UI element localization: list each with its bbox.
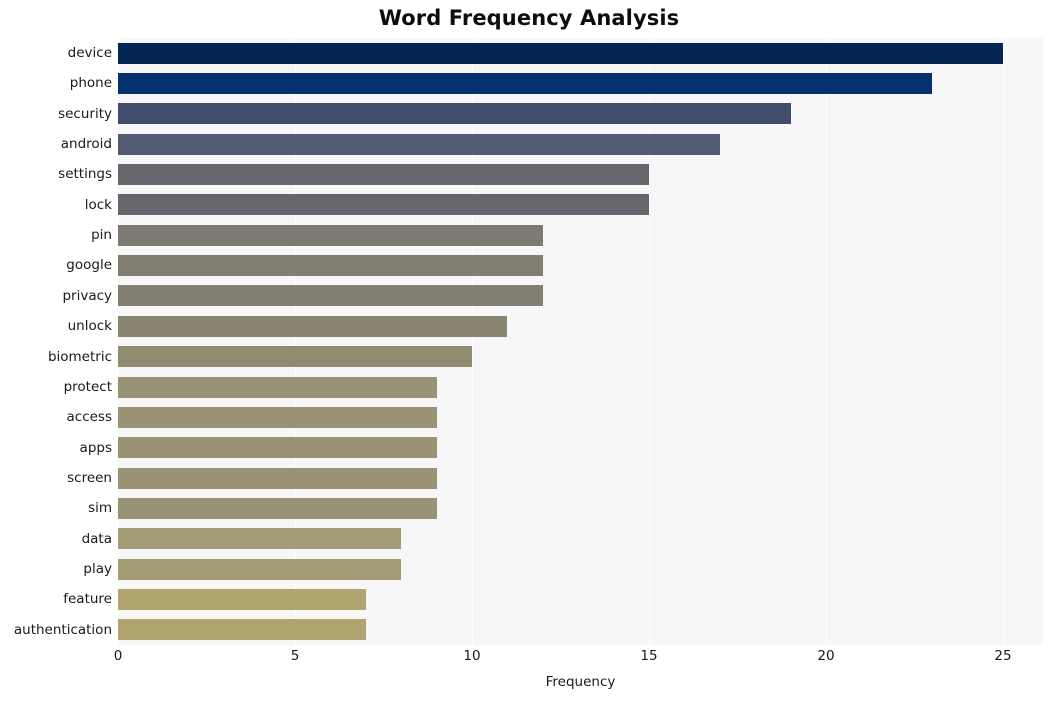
bar-feature[interactable] <box>118 588 366 610</box>
y-tick-label-data: data <box>81 530 112 547</box>
y-tick-label-phone: phone <box>69 75 112 92</box>
bar-protect[interactable] <box>118 376 437 398</box>
bar-biometric[interactable] <box>118 346 472 368</box>
x-axis-title: Frequency <box>545 674 616 690</box>
x-tick-label-25: 25 <box>994 648 1012 664</box>
x-tick-label-10: 10 <box>463 648 481 664</box>
bar-row <box>118 99 1043 129</box>
bar-device[interactable] <box>118 42 1003 64</box>
chart-figure: Word Frequency Analysis device phone secur… <box>0 0 1058 701</box>
bar-privacy[interactable] <box>118 285 543 307</box>
bar-row <box>118 463 1043 493</box>
y-tick-label-screen: screen <box>67 469 112 486</box>
y-tick-label-privacy: privacy <box>62 287 112 304</box>
y-tick-label-unlock: unlock <box>67 318 112 335</box>
bar-row <box>118 493 1043 523</box>
bar-row <box>118 159 1043 189</box>
y-tick-label-android: android <box>60 136 112 153</box>
y-tick-label-pin: pin <box>91 227 112 244</box>
y-tick-label-access: access <box>66 409 113 426</box>
bar-access[interactable] <box>118 406 437 428</box>
y-tick-label-authentication: authentication <box>13 621 112 638</box>
bar-row <box>118 554 1043 584</box>
bar-row <box>118 190 1043 220</box>
x-tick-label-0: 0 <box>113 648 123 664</box>
bar-data[interactable] <box>118 528 402 550</box>
bar-row <box>118 68 1043 98</box>
bar-pin[interactable] <box>118 224 543 246</box>
bar-row <box>118 342 1043 372</box>
bar-row <box>118 220 1043 250</box>
bar-row <box>118 584 1043 614</box>
bar-series <box>118 38 1043 645</box>
bar-row <box>118 281 1043 311</box>
bar-apps[interactable] <box>118 437 437 459</box>
y-tick-label-google: google <box>66 257 112 274</box>
bar-row <box>118 433 1043 463</box>
bar-android[interactable] <box>118 133 720 155</box>
bar-phone[interactable] <box>118 73 933 95</box>
y-tick-label-device: device <box>67 45 112 61</box>
y-axis-tick-labels: device phone security android settings lock pi… <box>0 38 112 645</box>
bar-screen[interactable] <box>118 467 437 489</box>
x-tick-label-20: 20 <box>817 648 835 664</box>
y-tick-label-lock: lock <box>84 196 112 213</box>
bar-row <box>118 129 1043 159</box>
bar-row <box>118 38 1043 68</box>
bar-row <box>118 250 1043 280</box>
y-tick-label-sim: sim <box>88 500 112 517</box>
y-tick-label-play: play <box>83 560 112 577</box>
bar-row <box>118 402 1043 432</box>
bar-google[interactable] <box>118 255 543 277</box>
plot-area <box>118 38 1043 645</box>
y-tick-label-security: security <box>58 105 112 122</box>
bar-row <box>118 372 1043 402</box>
bar-sim[interactable] <box>118 497 437 519</box>
bar-play[interactable] <box>118 558 402 580</box>
y-tick-label-protect: protect <box>63 378 112 395</box>
bar-row <box>118 311 1043 341</box>
x-tick-label-5: 5 <box>290 648 300 664</box>
bar-authentication[interactable] <box>118 619 366 641</box>
chart-title: Word Frequency Analysis <box>378 6 680 30</box>
x-tick-label-15: 15 <box>640 648 658 664</box>
y-tick-label-settings: settings <box>58 166 112 183</box>
bar-row <box>118 615 1043 645</box>
bar-settings[interactable] <box>118 164 649 186</box>
bar-lock[interactable] <box>118 194 649 216</box>
y-tick-label-apps: apps <box>79 439 112 456</box>
bar-row <box>118 524 1043 554</box>
bar-unlock[interactable] <box>118 315 508 337</box>
y-tick-label-biometric: biometric <box>47 348 112 365</box>
y-tick-label-feature: feature <box>63 591 112 608</box>
bar-security[interactable] <box>118 103 791 125</box>
x-axis-tick-labels: 0 5 10 15 20 25 <box>0 648 1058 670</box>
